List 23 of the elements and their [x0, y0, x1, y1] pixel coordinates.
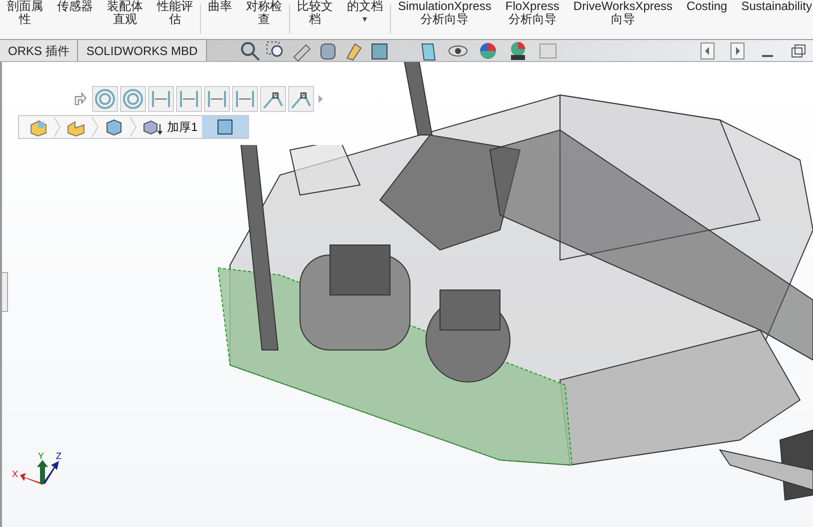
dimension-icon[interactable]	[234, 88, 256, 110]
ribbon-button[interactable]: 的文档 ▾	[340, 0, 390, 38]
dimension-icon[interactable]	[178, 88, 200, 110]
zoom-to-fit-icon[interactable]	[238, 40, 261, 62]
ribbon-button[interactable]: 装配体 直观	[100, 0, 150, 38]
ribbon-button[interactable]: 剖面属 性	[0, 0, 50, 38]
ribbon-button[interactable]: 曲率	[201, 0, 239, 38]
ribbon-button[interactable]: 比较文 档	[290, 0, 340, 38]
dimension-icon[interactable]	[150, 88, 172, 110]
ribbon-button[interactable]: Costing	[680, 0, 734, 38]
ribbon-button[interactable]: FloXpress 分析向导	[498, 0, 566, 38]
side-panel-handle[interactable]	[2, 272, 8, 312]
ribbon-tab[interactable]: SOLIDWORKS MBD	[78, 40, 207, 61]
ribbon-tab[interactable]: ORKS 插件	[0, 40, 78, 61]
dimension-icon[interactable]	[206, 88, 228, 110]
breadcrumb-label[interactable]: 加厚1	[163, 118, 202, 136]
ribbon-button[interactable]: SimulationXpress 分析向导	[391, 0, 498, 38]
ribbon-button[interactable]: DriveWorksXpress 向导	[566, 0, 680, 38]
ribbon-button[interactable]: 传感器	[50, 0, 100, 38]
ribbon-button[interactable]: 对称检 查	[239, 0, 289, 38]
ribbon-button[interactable]: 性能评 估	[150, 0, 200, 38]
ribbon-button[interactable]: Sustainability	[734, 0, 813, 38]
coordinate-triad-drawing: X Y Z	[10, 450, 70, 490]
